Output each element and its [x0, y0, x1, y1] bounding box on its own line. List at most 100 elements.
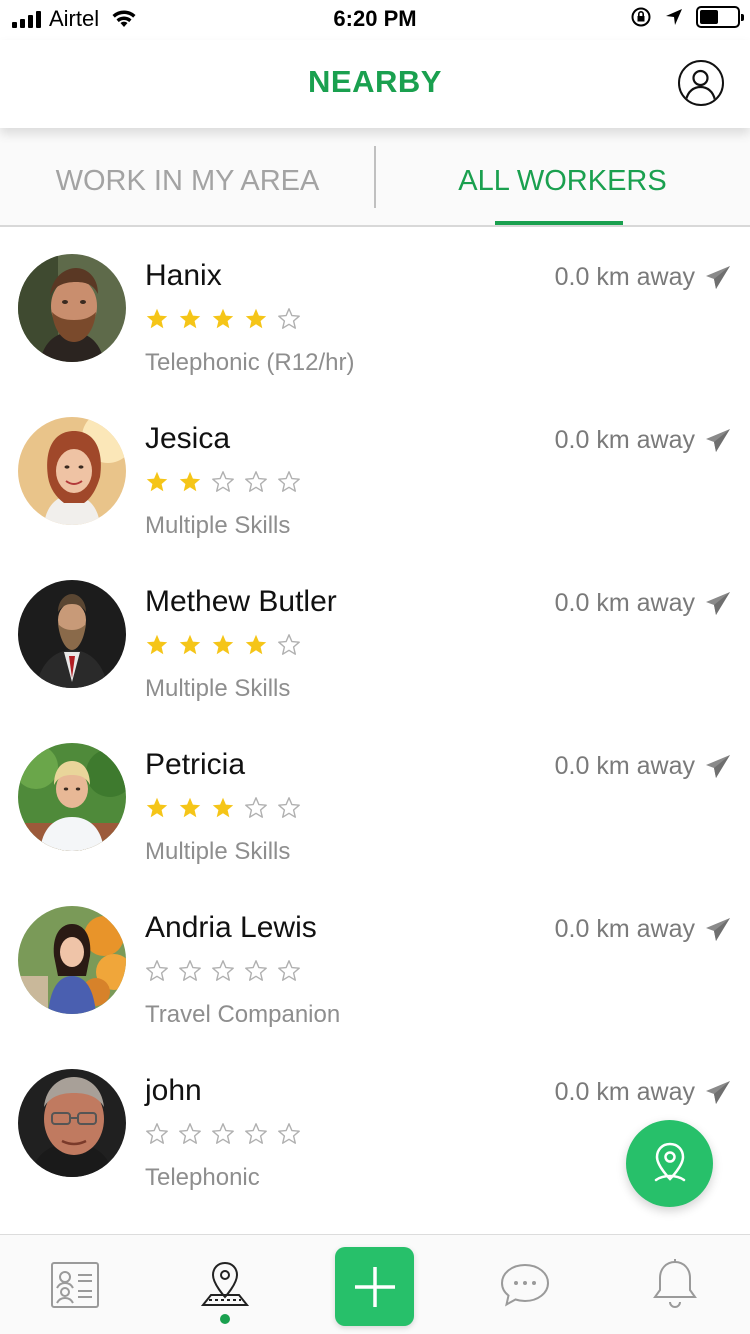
status-left: Airtel — [12, 6, 137, 32]
rating-stars — [145, 1122, 301, 1146]
add-button[interactable] — [335, 1247, 414, 1326]
star-empty-icon — [146, 1123, 168, 1144]
tab-all-workers[interactable]: ALL WORKERS — [375, 128, 750, 227]
page-title: NEARBY — [308, 64, 442, 99]
avatar — [18, 417, 126, 525]
orientation-lock-icon — [631, 7, 651, 27]
star-filled-icon — [179, 634, 201, 655]
worker-distance: 0.0 km away — [554, 752, 695, 780]
rating-stars — [145, 633, 301, 657]
star-filled-icon — [245, 308, 267, 329]
star-filled-icon — [146, 308, 168, 329]
send-icon[interactable] — [704, 427, 732, 455]
wifi-icon — [112, 10, 136, 27]
worker-distance: 0.0 km away — [554, 589, 695, 617]
worker-row[interactable]: Andria Lewis Travel Companion 0.0 km awa… — [0, 881, 750, 1044]
worker-distance: 0.0 km away — [554, 263, 695, 291]
worker-distance: 0.0 km away — [554, 915, 695, 943]
map-pin-icon — [654, 1142, 685, 1181]
worker-row[interactable]: Methew Butler Multiple Skills 0.0 km awa… — [0, 555, 750, 718]
active-nav-indicator — [220, 1314, 230, 1324]
star-filled-icon — [146, 797, 168, 818]
star-empty-icon — [146, 960, 168, 981]
battery-icon — [696, 6, 744, 28]
avatar — [18, 1069, 126, 1177]
star-empty-icon — [278, 634, 300, 655]
worker-distance: 0.0 km away — [554, 1078, 695, 1106]
worker-name: Hanix — [145, 259, 222, 292]
tab-work-in-my-area[interactable]: WORK IN MY AREA — [0, 128, 375, 227]
send-icon[interactable] — [704, 753, 732, 781]
rating-stars — [145, 959, 301, 983]
star-empty-icon — [245, 1123, 267, 1144]
star-empty-icon — [278, 960, 300, 981]
nav-contacts[interactable] — [0, 1235, 150, 1334]
star-filled-icon — [179, 797, 201, 818]
send-icon[interactable] — [704, 1079, 732, 1107]
tab-bar: WORK IN MY AREA ALL WORKERS — [0, 128, 750, 227]
signal-icon — [12, 10, 41, 28]
star-empty-icon — [179, 1123, 201, 1144]
star-empty-icon — [179, 960, 201, 981]
send-icon[interactable] — [704, 264, 732, 292]
rating-stars — [145, 796, 301, 820]
nav-notifications[interactable] — [600, 1235, 750, 1334]
profile-button[interactable] — [678, 60, 724, 106]
nav-messages[interactable] — [450, 1235, 600, 1334]
avatar — [18, 906, 126, 1014]
star-filled-icon — [179, 308, 201, 329]
worker-skill: Multiple Skills — [145, 675, 291, 702]
worker-name: Petricia — [145, 748, 246, 781]
worker-row[interactable]: Hanix Telephonic (R12/hr) 0.0 km away — [0, 229, 750, 392]
bell-icon — [653, 1259, 697, 1308]
star-filled-icon — [212, 308, 234, 329]
bottom-nav — [0, 1234, 750, 1334]
worker-skill: Telephonic — [145, 1164, 260, 1191]
worker-row[interactable]: Jesica Multiple Skills 0.0 km away — [0, 392, 750, 555]
star-empty-icon — [278, 797, 300, 818]
send-icon[interactable] — [704, 916, 732, 944]
chat-icon — [500, 1263, 550, 1307]
worker-name: Andria Lewis — [145, 911, 317, 944]
worker-skill: Telephonic (R12/hr) — [145, 349, 355, 376]
nearby-map-icon — [200, 1261, 250, 1306]
star-filled-icon — [146, 471, 168, 492]
star-filled-icon — [212, 797, 234, 818]
star-filled-icon — [179, 471, 201, 492]
carrier-name: Airtel — [49, 6, 100, 31]
add-icon — [354, 1266, 395, 1307]
worker-skill: Travel Companion — [145, 1001, 341, 1028]
star-empty-icon — [245, 471, 267, 492]
contacts-card-icon — [51, 1262, 99, 1308]
status-right — [630, 6, 744, 28]
star-empty-icon — [212, 1123, 234, 1144]
rating-stars — [145, 470, 301, 494]
worker-skill: Multiple Skills — [145, 512, 291, 539]
worker-name: Methew Butler — [145, 585, 337, 618]
worker-name: Jesica — [145, 422, 231, 455]
send-icon[interactable] — [704, 590, 732, 618]
avatar — [18, 254, 126, 362]
map-view-button[interactable] — [626, 1120, 713, 1207]
worker-name: john — [145, 1074, 202, 1107]
app-header: NEARBY — [0, 40, 750, 128]
user-circle-icon — [684, 69, 717, 101]
active-tab-indicator — [495, 221, 623, 225]
star-empty-icon — [278, 471, 300, 492]
worker-row[interactable]: Petricia Multiple Skills 0.0 km away — [0, 718, 750, 881]
star-empty-icon — [278, 1123, 300, 1144]
star-filled-icon — [212, 634, 234, 655]
star-empty-icon — [245, 960, 267, 981]
star-empty-icon — [278, 308, 300, 329]
location-arrow-icon — [666, 9, 682, 25]
worker-distance: 0.0 km away — [554, 426, 695, 454]
worker-skill: Multiple Skills — [145, 838, 291, 865]
rating-stars — [145, 307, 301, 331]
star-filled-icon — [245, 634, 267, 655]
star-empty-icon — [212, 960, 234, 981]
status-bar: Airtel 6:20 PM — [0, 0, 750, 40]
avatar — [18, 743, 126, 851]
star-filled-icon — [146, 634, 168, 655]
star-empty-icon — [245, 797, 267, 818]
avatar — [18, 580, 126, 688]
